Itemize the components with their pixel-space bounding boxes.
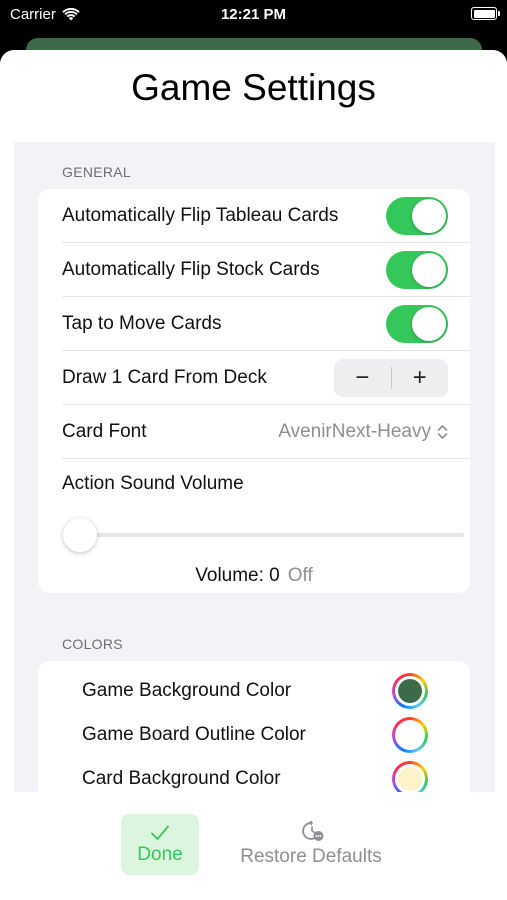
done-button[interactable]: Done (121, 814, 199, 875)
status-bar: Carrier 12:21 PM (0, 0, 507, 30)
chevron-up-down-icon (437, 424, 448, 439)
general-group: Automatically Flip Tableau Cards Automat… (38, 189, 470, 593)
toggle-flip-stock[interactable] (386, 250, 448, 289)
restore-defaults-label: Restore Defaults (240, 846, 382, 867)
card-font-picker[interactable]: AvenirNext-Heavy (278, 421, 448, 443)
row-label: Card Background Color (82, 768, 281, 789)
stepper-increment-button[interactable]: + (392, 359, 449, 397)
row-draw-count: Draw 1 Card From Deck − + (62, 351, 470, 405)
color-swatch (398, 679, 422, 703)
row-label: Card Font (62, 420, 147, 442)
restore-icon (302, 820, 324, 841)
colors-group: Game Background Color Game Board Outline… (38, 661, 470, 792)
row-action-sound: Action Sound Volume (62, 459, 470, 509)
battery-icon (471, 7, 500, 20)
row-flip-tableau: Automatically Flip Tableau Cards (62, 189, 470, 243)
toggle-flip-tableau[interactable] (386, 196, 448, 235)
row-game-background-color: Game Background Color (82, 669, 428, 713)
volume-value: Volume: 0 (195, 565, 280, 586)
row-label: Automatically Flip Stock Cards (62, 258, 320, 280)
row-label: Automatically Flip Tableau Cards (62, 204, 339, 226)
row-label: Draw 1 Card From Deck (62, 366, 267, 388)
volume-slider-thumb[interactable] (63, 518, 97, 552)
row-label: Game Background Color (82, 680, 292, 701)
section-header-colors: COLORS (62, 636, 123, 652)
volume-slider-track[interactable] (80, 533, 464, 537)
toggle-tap-to-move[interactable] (386, 304, 448, 343)
bottom-toolbar: Done Restore Defaults (0, 792, 507, 900)
status-time: 12:21 PM (220, 6, 287, 23)
card-background-color-well[interactable] (392, 761, 428, 792)
color-swatch (398, 723, 422, 747)
stepper-decrement-button[interactable]: − (334, 359, 391, 397)
game-background-color-well[interactable] (392, 673, 428, 709)
row-board-outline-color: Game Board Outline Color (82, 713, 428, 757)
section-header-general: GENERAL (62, 164, 132, 180)
board-outline-color-well[interactable] (392, 717, 428, 753)
checkmark-icon (151, 825, 169, 840)
row-label: Tap to Move Cards (62, 312, 222, 334)
row-tap-to-move: Tap to Move Cards (62, 297, 470, 351)
page-title: Game Settings (131, 67, 376, 108)
card-font-value: AvenirNext-Heavy (278, 420, 431, 442)
row-label: Game Board Outline Color (82, 724, 306, 745)
volume-state: Off (287, 565, 313, 586)
restore-defaults-button[interactable]: Restore Defaults (226, 820, 396, 868)
settings-list[interactable]: GENERAL Automatically Flip Tableau Cards… (14, 142, 495, 792)
row-card-font: Card Font AvenirNext-Heavy (62, 405, 470, 459)
settings-sheet: Game Settings GENERAL Automatically Flip… (0, 50, 507, 900)
color-swatch (398, 767, 422, 791)
draw-count-stepper: − + (334, 358, 449, 397)
done-label: Done (137, 843, 183, 865)
row-label: Action Sound Volume (62, 473, 244, 494)
row-card-background-color: Card Background Color (82, 757, 428, 792)
row-flip-stock: Automatically Flip Stock Cards (62, 243, 470, 297)
volume-readout: Volume: 0 Off (38, 565, 470, 587)
